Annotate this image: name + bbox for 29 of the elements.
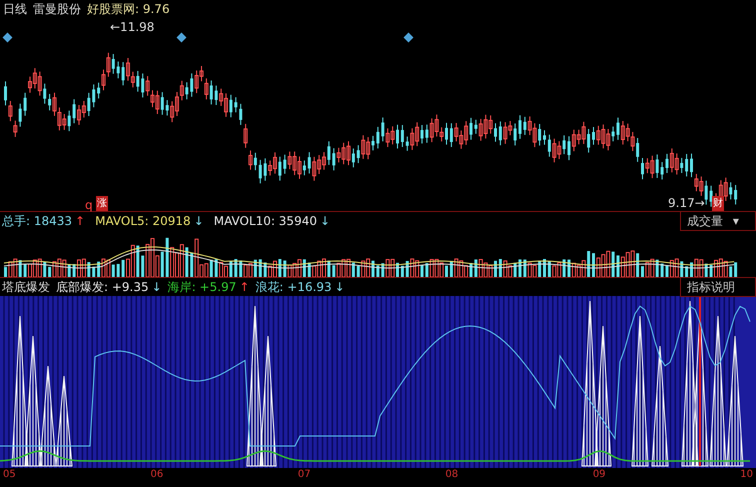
axis-label: 05 <box>3 468 16 481</box>
arrow-icon: ↓ <box>320 212 330 230</box>
volume-reading: MAVOL10: 35940 <box>214 213 317 230</box>
axis-label: 06 <box>150 468 164 481</box>
volume-reading: 总手: 18433 <box>2 213 72 230</box>
indicator-reading: 海岸: +5.97 <box>168 279 236 296</box>
axis-label: 07 <box>298 468 311 481</box>
arrow-icon: ↓ <box>194 212 204 230</box>
price-reading: 好股票网: 9.76 <box>87 1 170 18</box>
period-label: 日线 <box>3 1 27 18</box>
indicator-reading: 底部爆发: +9.35 <box>56 279 149 296</box>
help-button[interactable]: 指标说明 <box>680 278 756 297</box>
marker-letter: q <box>85 197 93 214</box>
price-label: ←11.98 <box>110 19 154 36</box>
arrow-icon: ↓ <box>152 278 162 296</box>
volume-reading: MAVOL5: 20918 <box>95 213 191 230</box>
arrow-icon: ↓ <box>334 278 345 296</box>
arrow-icon: ↑ <box>239 278 250 296</box>
indicator-reading: 浪花: +16.93 <box>255 279 332 296</box>
axis-label: 09 <box>592 468 606 481</box>
axis-label: 10 <box>740 468 753 481</box>
badge-label: 财 <box>712 196 724 211</box>
indicator-dropdown[interactable]: 成交量 ▾ <box>680 212 756 231</box>
indicator-title: 塔底爆发 <box>2 279 50 296</box>
badge-label: 涨 <box>96 196 108 211</box>
stock-name: 雷曼股份 <box>33 1 81 18</box>
price-label: 9.17→ <box>668 195 705 212</box>
arrow-icon: ↑ <box>75 212 86 230</box>
axis-label: 08 <box>445 468 458 481</box>
